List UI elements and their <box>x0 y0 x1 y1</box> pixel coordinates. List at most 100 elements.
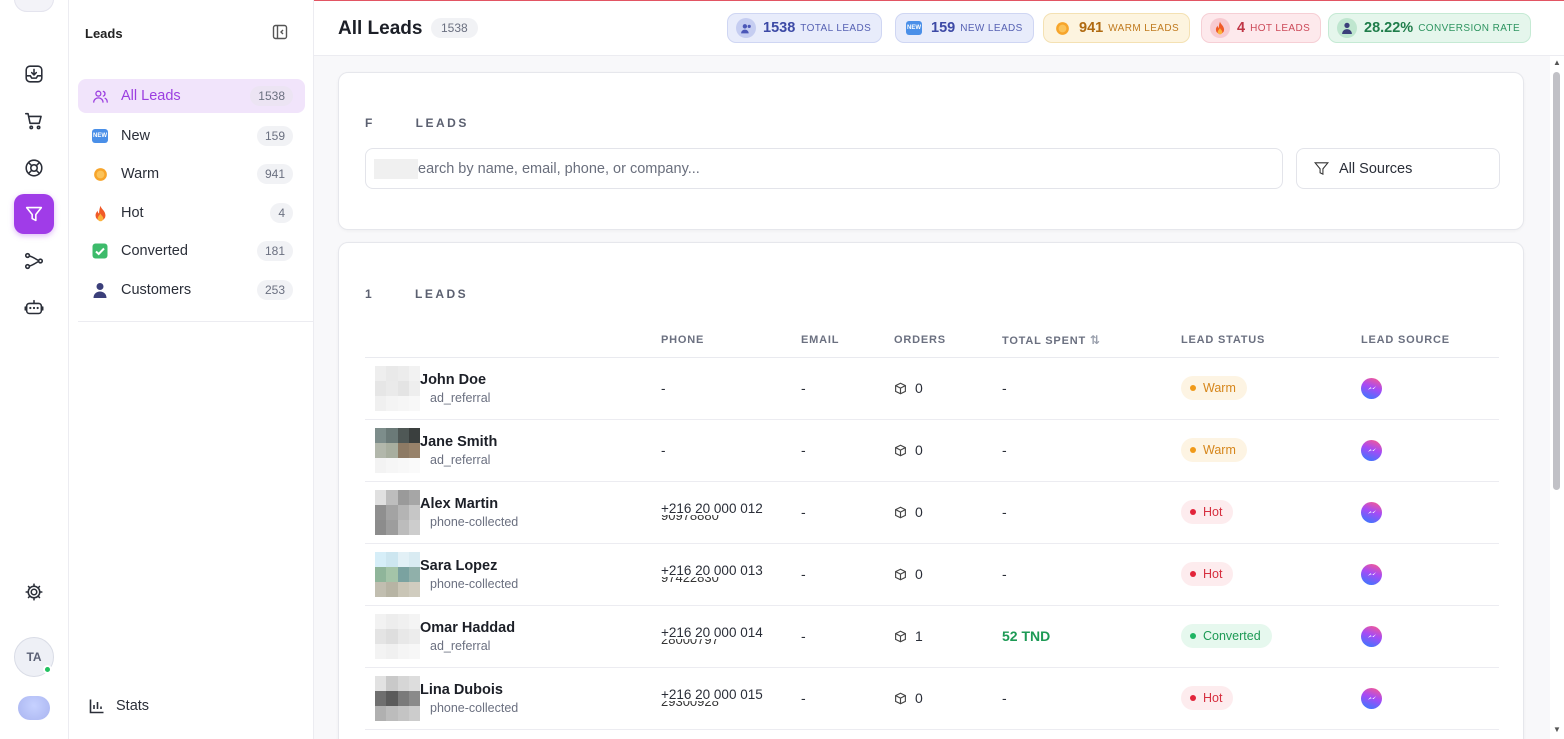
stat-total-leads: 1538 TOTAL LEADS <box>727 13 883 43</box>
lead-phone: - <box>661 442 666 458</box>
ai-assistant-button[interactable] <box>18 696 50 720</box>
inbox-icon <box>25 65 43 83</box>
user-avatar[interactable]: TA <box>14 637 54 677</box>
table-row[interactable]: Alex Martin phone-collected +216 20 000 … <box>365 481 1499 544</box>
lead-status-cell: Warm <box>1181 357 1361 420</box>
status-badge[interactable]: Converted <box>1181 624 1272 648</box>
stat-value: 1538 <box>763 20 796 36</box>
sidebar-item-hot[interactable]: Hot 4 <box>78 196 305 230</box>
bots-nav-button[interactable] <box>14 288 54 328</box>
stat-value: 941 <box>1079 20 1104 36</box>
lead-phone-cell: +216 20 000 01529300928 <box>661 667 801 730</box>
status-badge[interactable]: Hot <box>1181 500 1234 524</box>
messenger-icon <box>1361 563 1382 585</box>
stat-value: 28.22% <box>1364 20 1414 36</box>
sidebar-item-all-leads[interactable]: All Leads 1538 <box>78 79 305 113</box>
scroll-up-arrow[interactable]: ▲ <box>1553 58 1561 67</box>
table-row[interactable]: Omar Haddad ad_referral +216 20 000 0142… <box>365 605 1499 668</box>
settings-nav-button[interactable] <box>14 572 54 612</box>
status-label: Warm <box>1203 443 1236 457</box>
lead-name[interactable]: Jane Smith <box>420 434 661 450</box>
lead-phone-cell: +216 20 000 01290978880 <box>661 481 801 544</box>
lead-name-cell: John Doe ad_referral <box>365 357 661 420</box>
lead-name[interactable]: John Doe <box>420 372 661 388</box>
status-badge[interactable]: Warm <box>1181 376 1247 400</box>
leads-nav-button[interactable] <box>14 194 54 234</box>
lead-name-cell: Sara Lopez phone-collected <box>365 543 661 606</box>
inbox-nav-button[interactable] <box>14 54 54 94</box>
lead-orders: 0 <box>915 504 923 520</box>
bar-chart-icon <box>89 699 104 714</box>
lead-name[interactable]: Lina Dubois <box>420 682 661 698</box>
check-box-icon <box>90 243 110 259</box>
collapse-sidebar-button[interactable] <box>272 24 290 42</box>
sidebar-item-converted[interactable]: Converted 181 <box>78 234 305 268</box>
scrollbar-thumb[interactable] <box>1553 72 1560 490</box>
stat-label: HOT LEADS <box>1250 22 1311 34</box>
status-badge[interactable]: Hot <box>1181 686 1234 710</box>
sources-label: All Sources <box>1339 160 1413 177</box>
lead-source-cell <box>1361 481 1499 544</box>
lead-name[interactable]: Sara Lopez <box>420 558 661 574</box>
cart-icon <box>24 112 42 130</box>
status-badge[interactable]: Warm <box>1181 438 1247 462</box>
lead-total-spent: - <box>1002 419 1181 482</box>
stat-label: NEW LEADS <box>960 22 1023 34</box>
lead-name[interactable]: Alex Martin <box>420 496 661 512</box>
orders-nav-button[interactable] <box>14 101 54 141</box>
stats-label: Stats <box>116 698 150 714</box>
table-row[interactable]: Sara Lopez phone-collected +216 20 000 0… <box>365 543 1499 606</box>
lead-source-channel: phone-collected <box>430 576 519 591</box>
table-row[interactable]: Jane Smith ad_referral - - 0 - Warm <box>365 419 1499 482</box>
title-count-badge: 1538 <box>431 18 478 38</box>
status-dot <box>1190 633 1196 639</box>
messenger-icon <box>1361 687 1382 709</box>
lead-orders: 0 <box>915 690 923 706</box>
sidebar-item-count: 159 <box>256 126 293 146</box>
column-header-orders: ORDERS <box>894 323 1002 358</box>
workflow-icon <box>24 252 44 270</box>
stat-conversion-rate: 28.22% CONVERSION RATE <box>1328 13 1532 43</box>
lead-source-cell <box>1361 357 1499 420</box>
lead-name[interactable]: Omar Haddad <box>420 620 661 636</box>
page-scrollbar[interactable]: ▲ ▼ <box>1550 56 1564 739</box>
user-initials: TA <box>26 650 42 664</box>
sidebar-item-new[interactable]: NEW New 159 <box>78 119 305 153</box>
lead-avatar <box>375 427 420 473</box>
lead-email: - <box>801 481 894 544</box>
column-header-label: TOTAL SPENT <box>1002 334 1086 347</box>
sidebar-item-label: All Leads <box>121 88 181 104</box>
column-header-total-spent[interactable]: TOTAL SPENT ⇅ <box>1002 323 1181 358</box>
sidebar-stats-link[interactable]: Stats <box>89 698 149 714</box>
lead-status-cell: Warm <box>1181 419 1361 482</box>
table-row[interactable]: John Doe ad_referral - - 0 - Warm <box>365 357 1499 420</box>
lead-name-cell: Omar Haddad ad_referral <box>365 605 661 668</box>
page-title: All Leads <box>338 18 423 39</box>
sources-filter-dropdown[interactable]: All Sources <box>1296 148 1500 189</box>
lead-source-channel: phone-collected <box>430 700 519 715</box>
status-dot <box>1190 509 1196 515</box>
box-icon <box>895 506 906 518</box>
stat-hot-leads: 4 HOT LEADS <box>1201 13 1322 43</box>
support-nav-button[interactable] <box>14 148 54 188</box>
lead-orders: 1 <box>915 628 923 644</box>
fire-icon <box>90 205 110 222</box>
lead-avatar <box>375 551 420 597</box>
lead-phone: - <box>661 380 666 396</box>
column-header-phone: PHONE <box>661 323 801 358</box>
lead-total-spent: 52 TND <box>1002 605 1181 668</box>
lead-orders-cell: 0 <box>894 419 1002 482</box>
flows-nav-button[interactable] <box>14 241 54 281</box>
phone-secondary: 29300928 <box>661 701 801 708</box>
sidebar-title: Leads <box>85 26 123 41</box>
status-badge[interactable]: Hot <box>1181 562 1234 586</box>
sidebar-item-warm[interactable]: Warm 941 <box>78 157 305 191</box>
app-logo[interactable] <box>14 0 54 12</box>
lead-phone: +216 20 000 012 <box>661 501 763 516</box>
search-input[interactable]: earch by name, email, phone, or company.… <box>365 148 1283 189</box>
table-row[interactable]: Lina Dubois phone-collected +216 20 000 … <box>365 667 1499 730</box>
box-icon <box>895 568 906 580</box>
scroll-down-arrow[interactable]: ▼ <box>1553 725 1561 734</box>
funnel-icon <box>1313 162 1330 176</box>
sidebar-item-customers[interactable]: Customers 253 <box>78 273 305 307</box>
